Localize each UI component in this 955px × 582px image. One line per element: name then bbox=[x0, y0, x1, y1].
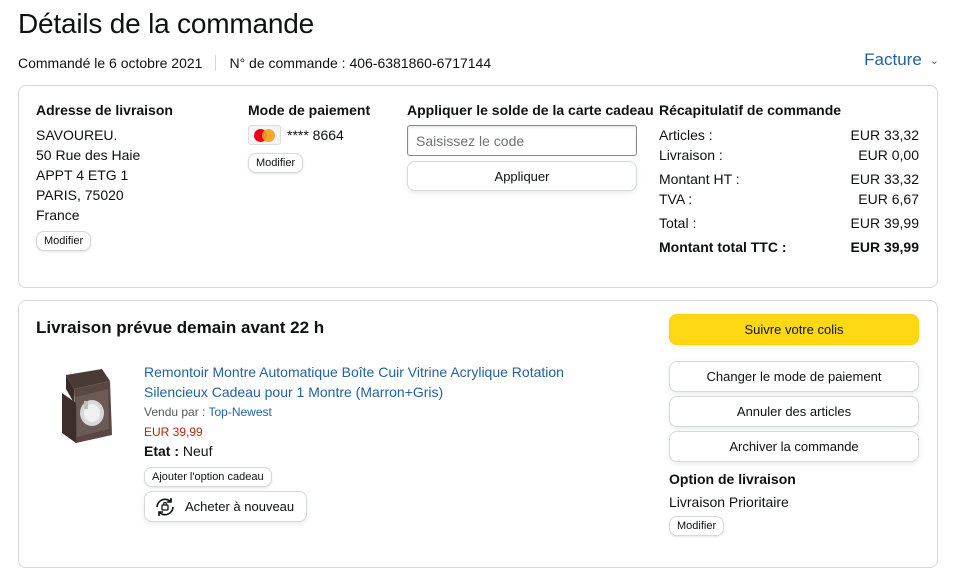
address-line: SAVOUREU. bbox=[36, 127, 118, 143]
grand-total-label: Montant total TTC : bbox=[659, 239, 787, 255]
payment-section: Mode de paiement **** 8664 Modifier bbox=[248, 102, 370, 173]
product-image[interactable] bbox=[54, 367, 124, 447]
grand-total-value: EUR 39,99 bbox=[850, 239, 919, 255]
address-line: PARIS, 75020 bbox=[36, 187, 124, 203]
summary-row-shipping: Livraison : EUR 0,00 bbox=[659, 145, 919, 165]
card-digits: **** 8664 bbox=[287, 127, 344, 143]
summary-row-grand-total: Montant total TTC : EUR 39,99 bbox=[659, 237, 919, 257]
summary-label: Montant HT : bbox=[659, 171, 740, 187]
chevron-down-icon: ⌄ bbox=[929, 54, 939, 67]
summary-label: Livraison : bbox=[659, 147, 723, 163]
summary-value: EUR 33,32 bbox=[850, 171, 919, 187]
order-date: Commandé le 6 octobre 2021 bbox=[18, 55, 203, 71]
order-summary-title: Récapitulatif de commande bbox=[659, 102, 842, 118]
summary-row-articles: Articles : EUR 33,32 bbox=[659, 125, 919, 145]
condition-label: Etat : bbox=[144, 443, 179, 459]
summary-value: EUR 33,32 bbox=[850, 127, 919, 143]
gift-card-title: Appliquer le solde de la carte cadeau bbox=[407, 102, 654, 118]
shipment-actions: Suivre votre colis Changer le mode de pa… bbox=[669, 314, 919, 536]
address-line: APPT 4 ETG 1 bbox=[36, 167, 129, 183]
address-line: 50 Rue des Haie bbox=[36, 147, 141, 163]
order-info-box: Adresse de livraison SAVOUREU. 50 Rue de… bbox=[18, 85, 938, 288]
delivery-estimate: Livraison prévue demain avant 22 h bbox=[36, 318, 325, 337]
track-package-button[interactable]: Suivre votre colis bbox=[669, 314, 919, 345]
shipping-option-title: Option de livraison bbox=[669, 471, 796, 487]
order-meta: Commandé le 6 octobre 2021 N° de command… bbox=[18, 55, 491, 71]
buy-again-icon bbox=[156, 497, 174, 516]
buy-again-button[interactable]: Acheter à nouveau bbox=[144, 491, 308, 522]
apply-gift-button[interactable]: Appliquer bbox=[407, 161, 637, 191]
sold-by-label: Vendu par : bbox=[144, 405, 209, 419]
buy-again-label: Acheter à nouveau bbox=[185, 499, 295, 514]
order-summary-section: Récapitulatif de commande Articles : EUR… bbox=[659, 102, 919, 257]
product-condition: Etat : Neuf bbox=[144, 443, 212, 459]
modify-payment-button[interactable]: Modifier bbox=[248, 153, 304, 173]
shipping-address-section: Adresse de livraison SAVOUREU. 50 Rue de… bbox=[36, 102, 173, 251]
payment-card-row: **** 8664 bbox=[248, 125, 370, 145]
invoice-label: Facture bbox=[864, 50, 922, 69]
order-number: N° de commande : 406-6381860-6717144 bbox=[229, 55, 492, 71]
gift-code-input[interactable] bbox=[407, 125, 637, 156]
payment-title: Mode de paiement bbox=[248, 102, 371, 118]
summary-label: Total : bbox=[659, 215, 697, 231]
modify-shipping-option-button[interactable]: Modifier bbox=[669, 516, 725, 536]
product-price: EUR 39,99 bbox=[144, 425, 203, 439]
condition-value: Neuf bbox=[182, 443, 213, 459]
shipping-address-title: Adresse de livraison bbox=[36, 102, 173, 118]
modify-address-button[interactable]: Modifier bbox=[36, 231, 92, 251]
address-line: France bbox=[36, 207, 80, 223]
summary-value: EUR 6,67 bbox=[858, 191, 919, 207]
gift-card-section: Appliquer le solde de la carte cadeau Ap… bbox=[407, 102, 654, 191]
watch-winder-image bbox=[62, 369, 112, 443]
seller-link[interactable]: Top-Newest bbox=[209, 405, 272, 419]
mastercard-icon bbox=[248, 125, 281, 145]
summary-label: Articles : bbox=[659, 127, 713, 143]
add-gift-option-button[interactable]: Ajouter l'option cadeau bbox=[144, 467, 272, 487]
cancel-items-button[interactable]: Annuler des articles bbox=[669, 396, 919, 427]
summary-value: EUR 39,99 bbox=[850, 215, 919, 231]
change-payment-button[interactable]: Changer le mode de paiement bbox=[669, 361, 919, 392]
summary-row-subtotal-ht: Montant HT : EUR 33,32 bbox=[659, 169, 919, 189]
invoice-dropdown[interactable]: Facture ⌄ bbox=[864, 50, 939, 70]
shipping-option-value: Livraison Prioritaire bbox=[669, 494, 789, 510]
summary-value: EUR 0,00 bbox=[858, 147, 919, 163]
page-title: Détails de la commande bbox=[18, 8, 314, 39]
summary-label: TVA : bbox=[659, 191, 693, 207]
seller-info: Vendu par : Top-Newest bbox=[144, 405, 272, 419]
archive-order-button[interactable]: Archiver la commande bbox=[669, 431, 919, 462]
summary-row-vat: TVA : EUR 6,67 bbox=[659, 189, 919, 209]
meta-divider bbox=[215, 55, 217, 71]
summary-row-total: Total : EUR 39,99 bbox=[659, 213, 919, 233]
product-title-link[interactable]: Remontoir Montre Automatique Boîte Cuir … bbox=[144, 362, 604, 402]
shipment-box: Livraison prévue demain avant 22 h Remon… bbox=[18, 300, 938, 568]
